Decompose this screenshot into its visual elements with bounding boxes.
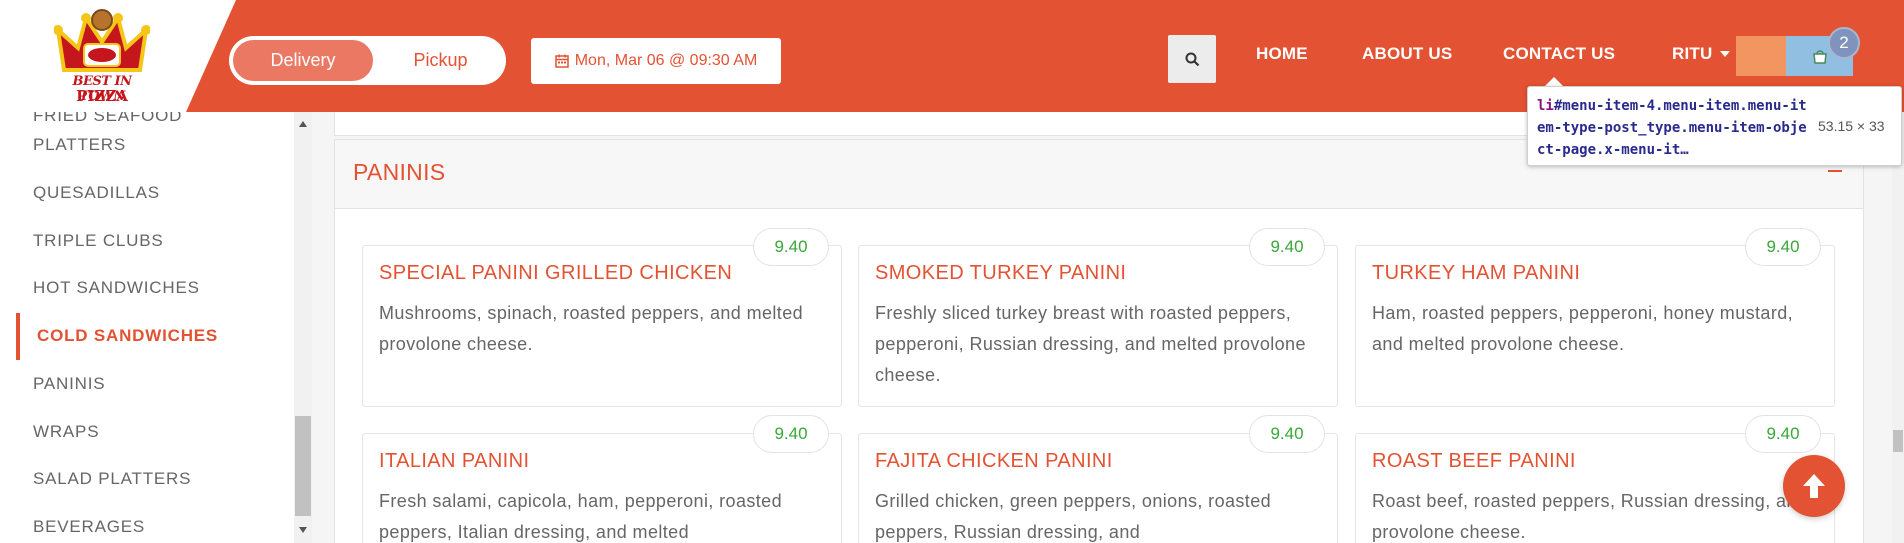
product-name: SMOKED TURKEY PANINI xyxy=(875,262,1127,284)
category-sidebar: FRIED SEAFOOD PLATTERS QUESADILLAS TRIPL… xyxy=(0,112,294,543)
product-card[interactable]: SMOKED TURKEY PANINI Freshly sliced turk… xyxy=(858,245,1338,407)
sidebar-item-fried-seafood[interactable]: FRIED SEAFOOD xyxy=(33,112,182,126)
tooltip-size: 53.15 × 33 xyxy=(1818,118,1885,134)
sidebar-item-platters[interactable]: PLATTERS xyxy=(33,135,126,155)
tooltip-selector-tag: li xyxy=(1537,98,1554,114)
logo[interactable]: BEST IN TOWN PIZZA xyxy=(53,8,151,105)
schedule-button[interactable]: Mon, Mar 06 @ 09:30 AM xyxy=(531,38,781,84)
product-name: FAJITA CHICKEN PANINI xyxy=(875,450,1113,472)
pickup-option[interactable]: Pickup xyxy=(379,40,502,81)
schedule-label: Mon, Mar 06 @ 09:30 AM xyxy=(574,52,758,69)
highlighted-menu-item[interactable] xyxy=(1736,36,1786,76)
product-card[interactable]: SPECIAL PANINI GRILLED CHICKEN Mushrooms… xyxy=(362,245,842,407)
tooltip-arrow xyxy=(1545,77,1563,86)
sidebar-item-wraps[interactable]: WRAPS xyxy=(33,422,99,442)
product-price: 9.40 xyxy=(753,415,829,453)
product-name: SPECIAL PANINI GRILLED CHICKEN xyxy=(379,262,733,284)
back-to-top-button[interactable] xyxy=(1783,455,1845,517)
scroll-down-icon[interactable] xyxy=(294,522,312,538)
product-description: Roast beef, roasted peppers, Russian dre… xyxy=(1372,491,1808,542)
logo-text-bottom: PIZZA xyxy=(76,87,128,105)
delivery-option[interactable]: Delivery xyxy=(233,40,373,81)
section-title: PANINIS xyxy=(353,159,446,185)
sidebar-item-salad-platters[interactable]: SALAD PLATTERS xyxy=(33,469,191,489)
crown-icon xyxy=(53,9,151,72)
collapse-icon[interactable] xyxy=(1828,170,1842,172)
product-name: TURKEY HAM PANINI xyxy=(1372,262,1581,284)
product-description: Ham, roasted peppers, pepperoni, honey m… xyxy=(1372,303,1794,354)
sidebar-item-beverages[interactable]: BEVERAGES xyxy=(33,517,145,537)
product-price: 9.40 xyxy=(753,228,829,266)
calendar-icon xyxy=(554,54,569,68)
active-indicator xyxy=(16,313,20,360)
arrow-up-icon xyxy=(1803,474,1825,498)
product-name: ITALIAN PANINI xyxy=(379,450,530,472)
tooltip-selector-path: #menu-item-4.menu-item.menu-item-type-po… xyxy=(1537,98,1807,158)
product-description: Freshly sliced turkey breast with roaste… xyxy=(875,303,1306,385)
product-description: Mushrooms, spinach, roasted peppers, and… xyxy=(379,303,804,354)
user-name: RITU xyxy=(1672,44,1713,63)
product-description: Fresh salami, capicola, ham, pepperoni, … xyxy=(379,491,782,542)
nav-user-menu[interactable]: RITU xyxy=(1672,44,1731,64)
page-scroll-thumb[interactable] xyxy=(1893,430,1903,452)
cart-count-badge: 2 xyxy=(1828,27,1860,59)
sidebar-item-triple-clubs[interactable]: TRIPLE CLUBS xyxy=(33,231,164,251)
nav-about-us[interactable]: ABOUT US xyxy=(1362,44,1452,64)
search-button[interactable] xyxy=(1168,35,1216,83)
sidebar-scroll-thumb[interactable] xyxy=(295,416,311,516)
sidebar-item-cold-sandwiches[interactable]: COLD SANDWICHES xyxy=(37,326,218,346)
sidebar-item-hot-sandwiches[interactable]: HOT SANDWICHES xyxy=(33,278,200,298)
product-price: 9.40 xyxy=(1745,228,1821,266)
product-name: ROAST BEEF PANINI xyxy=(1372,450,1576,472)
product-description: Grilled chicken, green peppers, onions, … xyxy=(875,491,1272,542)
order-type-toggle: Delivery Pickup xyxy=(229,36,506,85)
sidebar-item-paninis[interactable]: PANINIS xyxy=(33,374,105,394)
shopping-bag-icon xyxy=(1812,50,1827,64)
product-price: 9.40 xyxy=(1745,415,1821,453)
product-card[interactable]: TURKEY HAM PANINI Ham, roasted peppers, … xyxy=(1355,245,1835,407)
nav-home[interactable]: HOME xyxy=(1256,44,1308,64)
chevron-down-icon xyxy=(1720,51,1731,57)
scroll-up-icon[interactable] xyxy=(294,116,312,132)
sidebar-item-quesadillas[interactable]: QUESADILLAS xyxy=(33,183,160,203)
search-icon xyxy=(1185,52,1199,66)
product-price: 9.40 xyxy=(1249,415,1325,453)
page-scrollbar[interactable] xyxy=(1892,112,1904,543)
nav-contact-us[interactable]: CONTACT US xyxy=(1503,44,1615,64)
tooltip-selector: li#menu-item-4.menu-item.menu-item-type-… xyxy=(1537,95,1807,161)
product-price: 9.40 xyxy=(1249,228,1325,266)
